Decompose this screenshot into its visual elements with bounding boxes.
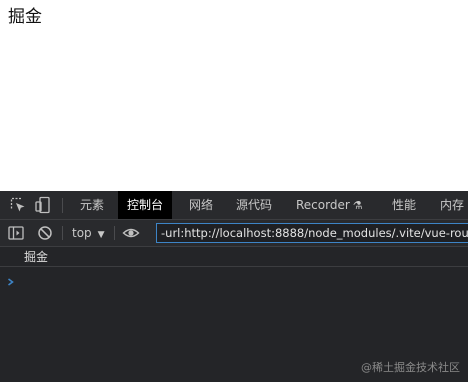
- page-content: 掘金: [0, 0, 468, 191]
- clear-console-icon[interactable]: [36, 224, 54, 242]
- sidebar-toggle-icon[interactable]: [7, 224, 25, 242]
- page-title: 掘金: [8, 7, 42, 27]
- toolbar-separator: [62, 226, 63, 240]
- tab-network[interactable]: 网络: [180, 191, 222, 219]
- console-toolbar: top ▼ -url:http://localhost:8888/node_mod…: [0, 220, 468, 247]
- devtools-panel: 元素 控制台 网络 源代码 Recorder ⚗ 性能 内存 top ▼ -ur…: [0, 191, 468, 382]
- tab-memory[interactable]: 内存: [431, 191, 468, 219]
- devtools-tabbar: 元素 控制台 网络 源代码 Recorder ⚗ 性能 内存: [0, 191, 468, 220]
- tab-elements[interactable]: 元素: [71, 191, 113, 219]
- watermark: @稀土掘金技术社区: [361, 361, 460, 374]
- console-filter-input[interactable]: -url:http://localhost:8888/node_modules/…: [156, 223, 468, 243]
- console-log-message: 掘金: [24, 250, 49, 264]
- tab-recorder-label: Recorder: [296, 198, 350, 212]
- console-log-row: 掘金: [0, 247, 468, 267]
- tab-performance[interactable]: 性能: [383, 191, 425, 219]
- tab-sources[interactable]: 源代码: [227, 191, 281, 219]
- tab-recorder[interactable]: Recorder ⚗: [287, 191, 372, 219]
- toolbar-separator: [114, 226, 115, 240]
- eye-icon[interactable]: [122, 224, 140, 242]
- device-toolbar-icon[interactable]: [34, 196, 52, 214]
- context-selector[interactable]: top ▼: [72, 220, 105, 246]
- context-label: top: [72, 226, 92, 240]
- flask-icon: ⚗: [352, 199, 363, 212]
- prompt-chevron-icon[interactable]: [7, 271, 15, 286]
- caret-down-icon: ▼: [97, 230, 105, 240]
- tab-separator: [62, 198, 63, 213]
- inspect-element-icon[interactable]: [9, 196, 27, 214]
- tab-console[interactable]: 控制台: [118, 191, 173, 219]
